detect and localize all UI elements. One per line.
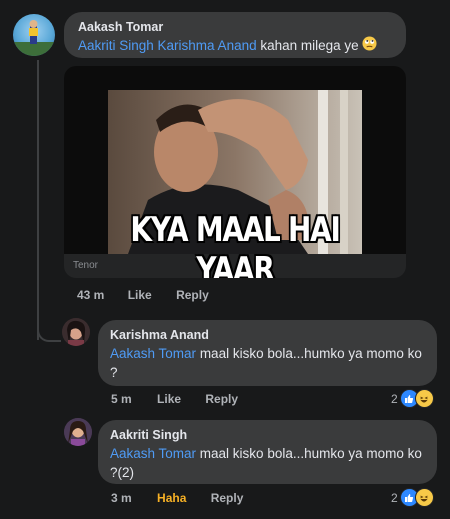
mention-link[interactable]: Aakash Tomar: [110, 346, 196, 361]
reaction-summary[interactable]: 2: [391, 389, 434, 408]
comment-body: kahan milega ye: [260, 38, 359, 53]
reaction-summary[interactable]: 2: [391, 488, 434, 507]
reply-author[interactable]: Karishma Anand: [110, 328, 209, 342]
timestamp[interactable]: 43 m: [77, 288, 104, 302]
reply-bubble: Aakriti Singh Aakash Tomar maal kisko bo…: [98, 420, 437, 484]
like-button[interactable]: Like: [128, 288, 152, 302]
timestamp[interactable]: 5 m: [111, 392, 132, 406]
reply-button[interactable]: Reply: [205, 392, 238, 406]
reply-actions: 5 m Like Reply: [111, 392, 238, 406]
rolling-eyes-emoji-icon: [362, 36, 377, 56]
reply-actions: 3 m Haha Reply: [111, 491, 243, 505]
avatar-photo-icon: [62, 318, 90, 346]
comment-bubble: Aakash Tomar Aakriti Singh Karishma Anan…: [64, 12, 406, 58]
reply-author[interactable]: Aakriti Singh: [110, 428, 187, 442]
comment-text: Aakriti Singh Karishma Anand kahan mileg…: [78, 36, 377, 56]
avatar-photo-icon: [13, 20, 55, 56]
reaction-count: 2: [391, 490, 398, 505]
reply-button[interactable]: Reply: [176, 288, 209, 302]
timestamp[interactable]: 3 m: [111, 491, 132, 505]
avatar[interactable]: [64, 418, 92, 446]
haha-reaction-icon: [414, 488, 434, 507]
haha-reaction-button[interactable]: Haha: [157, 491, 186, 505]
reply-text: Aakash Tomar maal kisko bola...humko ya …: [110, 444, 428, 482]
thread-line: [37, 60, 39, 340]
mention-link[interactable]: Aakash Tomar: [110, 446, 196, 461]
avatar[interactable]: [62, 318, 90, 346]
haha-reaction-icon: [414, 389, 434, 408]
gif-attachment[interactable]: KYA MAAL HAI YAAR Tenor: [64, 66, 406, 278]
avatar[interactable]: [13, 14, 55, 56]
reaction-count: 2: [391, 391, 398, 406]
thread-branch: [37, 300, 61, 342]
reply-text: Aakash Tomar maal kisko bola...humko ya …: [110, 344, 428, 382]
reply-button[interactable]: Reply: [211, 491, 244, 505]
comment-actions: 43 m Like Reply: [77, 288, 209, 302]
gif-caption: KYA MAAL HAI YAAR: [130, 210, 341, 278]
avatar-photo-icon: [64, 418, 92, 446]
reply-bubble: Karishma Anand Aakash Tomar maal kisko b…: [98, 320, 437, 386]
mention-link[interactable]: Aakriti Singh Karishma Anand: [78, 38, 257, 53]
gif-frame: KYA MAAL HAI YAAR: [64, 66, 406, 278]
gif-provider-label: Tenor: [73, 260, 99, 271]
comment-author[interactable]: Aakash Tomar: [78, 20, 163, 34]
like-button[interactable]: Like: [157, 392, 181, 406]
